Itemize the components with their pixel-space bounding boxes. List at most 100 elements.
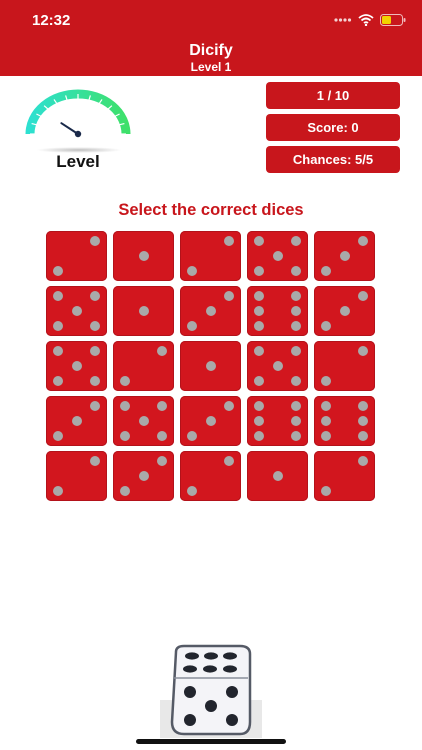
target-die-pip — [205, 700, 217, 712]
die-pip — [290, 401, 301, 411]
die-pip — [138, 471, 149, 481]
die-r2-c5[interactable] — [314, 286, 375, 336]
die-r4-c5[interactable] — [314, 396, 375, 446]
die-r3-c3[interactable] — [180, 341, 241, 391]
die-pip — [156, 346, 167, 356]
die-pip — [272, 361, 283, 371]
battery-icon — [380, 14, 406, 26]
die-pip — [254, 346, 265, 356]
die-r5-c3[interactable] — [180, 451, 241, 501]
die-pip — [89, 321, 100, 331]
die-pip — [357, 456, 368, 466]
die-r3-c2[interactable] — [113, 341, 174, 391]
die-pip — [254, 306, 265, 316]
die-r2-c1[interactable] — [46, 286, 107, 336]
die-r1-c3[interactable] — [180, 231, 241, 281]
die-pip — [156, 456, 167, 466]
die-pip — [138, 306, 149, 316]
die-pip — [120, 376, 131, 386]
die-r5-c1[interactable] — [46, 451, 107, 501]
target-die-pip — [184, 714, 196, 726]
die-pip — [205, 416, 216, 426]
die-pip — [205, 361, 216, 371]
die-pip — [357, 291, 368, 301]
die-pip — [187, 266, 198, 276]
die-r2-c4[interactable] — [247, 286, 308, 336]
target-die-pip — [204, 652, 218, 660]
die-pip — [205, 306, 216, 316]
die-r5-c5[interactable] — [314, 451, 375, 501]
die-r1-c2[interactable] — [113, 231, 174, 281]
die-pip — [254, 291, 265, 301]
die-pip — [254, 401, 265, 411]
die-pip — [156, 431, 167, 441]
target-die-pip — [183, 665, 197, 673]
die-pip — [223, 236, 234, 246]
score-display: Score: 0 — [266, 114, 400, 141]
die-pip — [53, 291, 64, 301]
die-pip — [272, 471, 283, 481]
die-pip — [89, 236, 100, 246]
die-pip — [254, 431, 265, 441]
target-die-pip — [184, 686, 196, 698]
die-pip — [120, 431, 131, 441]
die-pip — [272, 251, 283, 261]
die-r3-c4[interactable] — [247, 341, 308, 391]
die-pip — [290, 346, 301, 356]
level-subtitle: Level 1 — [190, 60, 232, 74]
target-die-pip — [226, 686, 238, 698]
die-r2-c2[interactable] — [113, 286, 174, 336]
die-pip — [53, 266, 64, 276]
die-r5-c2[interactable] — [113, 451, 174, 501]
die-pip — [254, 321, 265, 331]
die-pip — [53, 321, 64, 331]
die-pip — [357, 416, 368, 426]
die-pip — [290, 266, 301, 276]
die-r4-c3[interactable] — [180, 396, 241, 446]
die-pip — [187, 431, 198, 441]
die-pip — [53, 346, 64, 356]
die-pip — [290, 236, 301, 246]
die-pip — [254, 376, 265, 386]
die-r3-c1[interactable] — [46, 341, 107, 391]
die-pip — [223, 456, 234, 466]
die-pip — [339, 306, 350, 316]
die-pip — [321, 401, 332, 411]
die-r4-c4[interactable] — [247, 396, 308, 446]
die-r1-c4[interactable] — [247, 231, 308, 281]
gauge-label: Level — [56, 152, 100, 171]
dice-grid — [46, 231, 377, 503]
status-bar: 12:32 — [0, 0, 422, 38]
die-pip — [223, 291, 234, 301]
die-pip — [223, 401, 234, 411]
die-pip — [89, 456, 100, 466]
die-r2-c3[interactable] — [180, 286, 241, 336]
die-pip — [156, 401, 167, 411]
die-pip — [321, 431, 332, 441]
status-icons — [334, 12, 406, 28]
nav-bar: Dicify Level 1 — [0, 38, 422, 76]
die-pip — [89, 401, 100, 411]
instruction-text: Select the correct dices — [118, 201, 304, 219]
chances-display: Chances: 5/5 — [266, 146, 400, 173]
die-r5-c4[interactable] — [247, 451, 308, 501]
die-pip — [187, 486, 198, 496]
die-r3-c5[interactable] — [314, 341, 375, 391]
die-pip — [339, 251, 350, 261]
die-pip — [53, 431, 64, 441]
target-die-pip — [185, 652, 199, 660]
die-r4-c1[interactable] — [46, 396, 107, 446]
die-r1-c5[interactable] — [314, 231, 375, 281]
status-time: 12:32 — [32, 12, 71, 29]
die-pip — [357, 236, 368, 246]
die-pip — [290, 431, 301, 441]
die-r4-c2[interactable] — [113, 396, 174, 446]
die-pip — [321, 416, 332, 426]
die-pip — [254, 416, 265, 426]
die-pip — [254, 236, 265, 246]
die-pip — [290, 306, 301, 316]
die-pip — [290, 321, 301, 331]
die-pip — [120, 401, 131, 411]
die-pip — [138, 416, 149, 426]
die-r1-c1[interactable] — [46, 231, 107, 281]
